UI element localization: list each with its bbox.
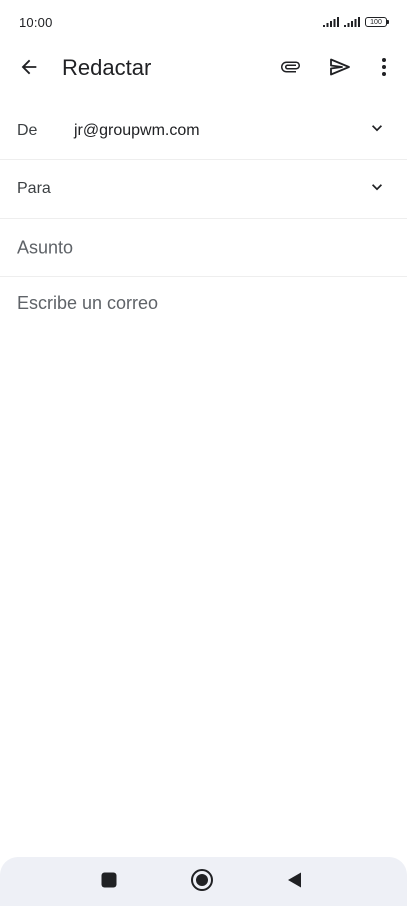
back-arrow-icon [18, 56, 40, 83]
more-options-button[interactable] [364, 49, 404, 89]
chevron-down-icon [367, 118, 387, 143]
subject-input[interactable]: Asunto [17, 237, 73, 258]
status-icons: 100 [323, 17, 389, 27]
compose-body[interactable]: Escribe un correo [0, 277, 407, 847]
to-label: Para [17, 180, 51, 197]
triangle-back-icon [286, 871, 304, 894]
status-time: 10:00 [19, 14, 53, 30]
battery-level: 100 [370, 18, 382, 26]
square-recents-icon [100, 871, 118, 894]
signal-icon [344, 17, 361, 27]
status-bar: 10:00 100 [0, 0, 407, 44]
recents-button[interactable] [94, 867, 124, 897]
from-expand-button[interactable] [365, 119, 389, 143]
subject-field-row[interactable]: Asunto [0, 219, 407, 277]
send-icon [328, 55, 352, 84]
attach-button[interactable] [271, 49, 311, 89]
body-input[interactable]: Escribe un correo [17, 293, 158, 314]
circle-home-icon [190, 868, 214, 897]
from-label: De [17, 121, 38, 139]
signal-icon [323, 17, 340, 27]
nav-back-button[interactable] [280, 867, 310, 897]
paperclip-icon [279, 55, 303, 84]
app-bar: Redactar [0, 44, 407, 94]
back-button[interactable] [9, 49, 49, 89]
send-button[interactable] [320, 49, 360, 89]
system-nav-bar [0, 857, 407, 906]
chevron-down-icon [367, 177, 387, 202]
home-button[interactable] [187, 867, 217, 897]
from-field-row: De jr@groupwm.com [0, 102, 407, 160]
from-value[interactable]: jr@groupwm.com [74, 122, 200, 140]
more-vert-icon [372, 55, 396, 84]
to-expand-button[interactable] [365, 177, 389, 201]
page-title: Redactar [62, 55, 152, 80]
battery-icon: 100 [365, 17, 389, 27]
to-field-row[interactable]: Para [0, 160, 407, 219]
